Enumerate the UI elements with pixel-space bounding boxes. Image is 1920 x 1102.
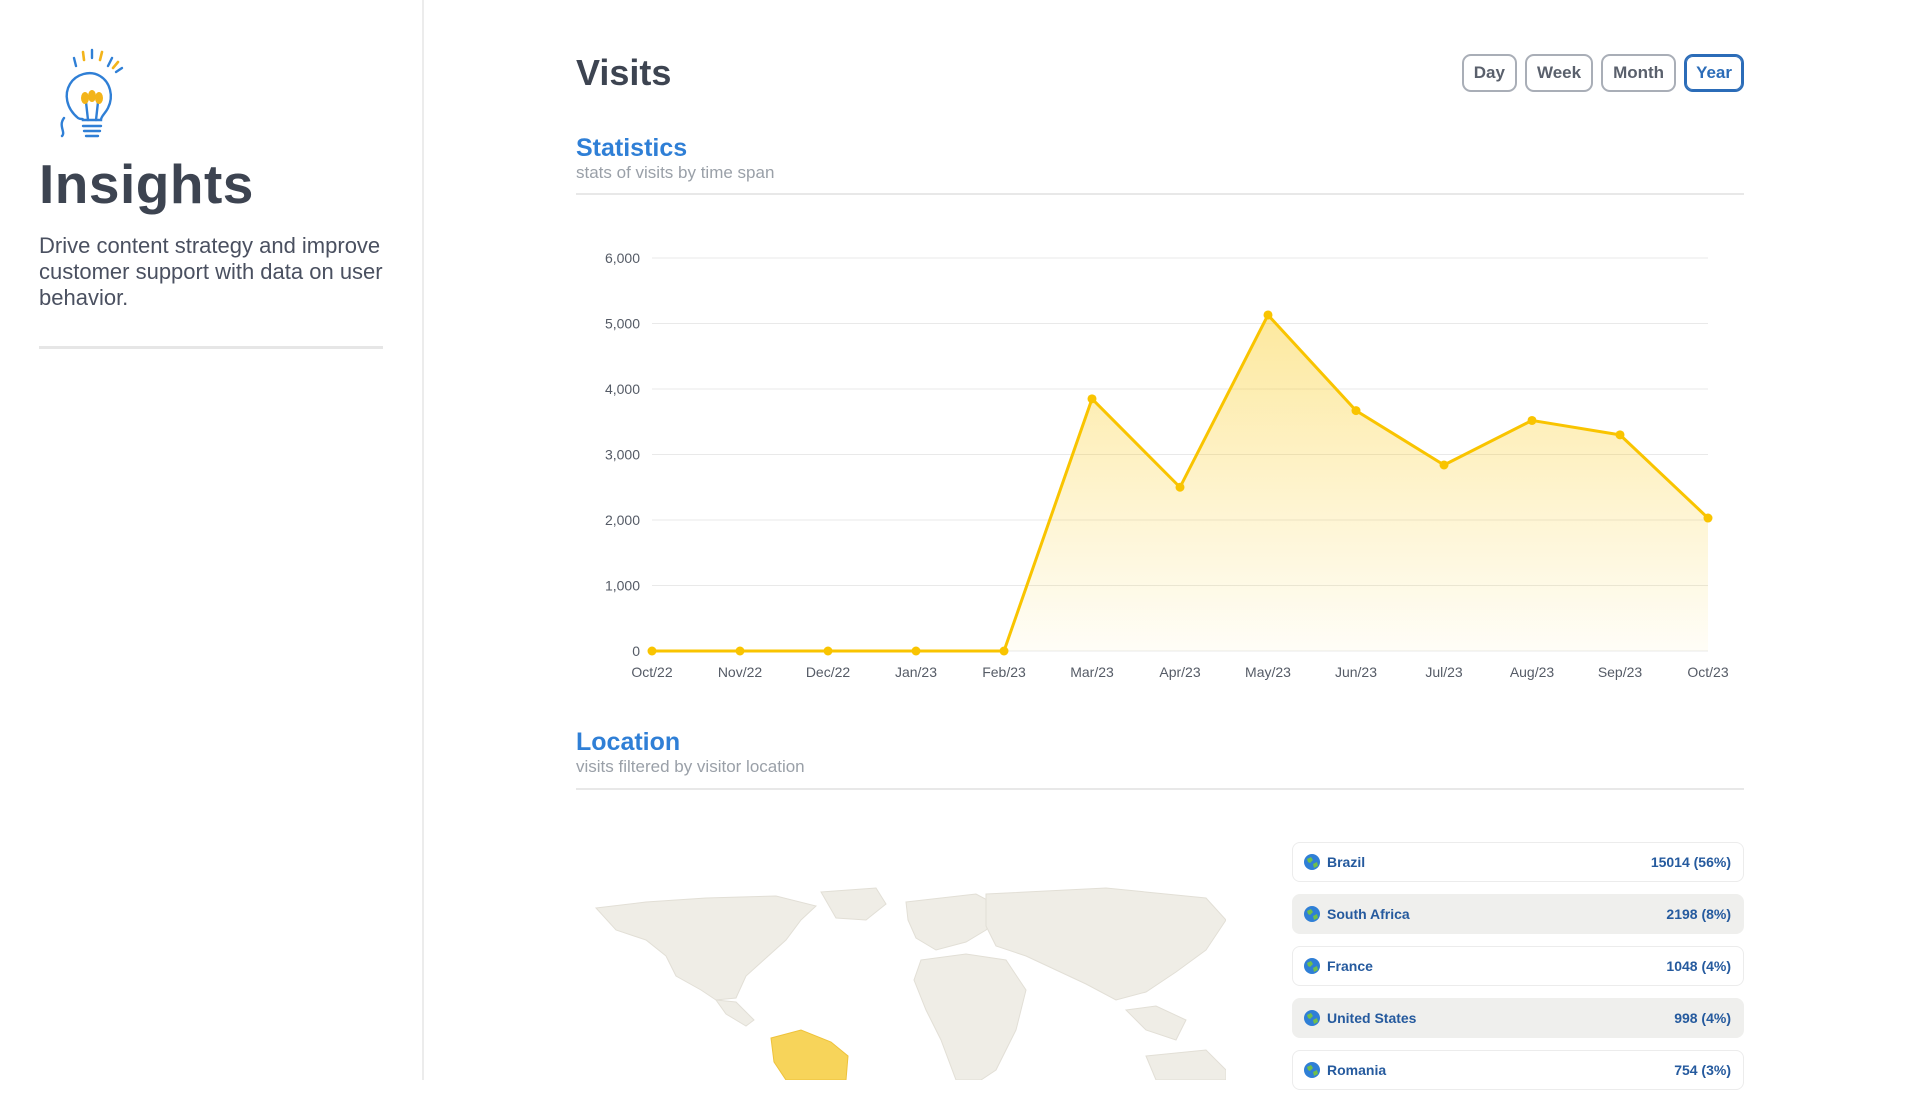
- x-tick-label: Jul/23: [1425, 664, 1463, 680]
- country-name: South Africa: [1327, 906, 1410, 922]
- x-tick-label: Jun/23: [1335, 664, 1377, 680]
- data-point: [823, 646, 833, 656]
- location-title: Location: [576, 728, 681, 756]
- x-tick-label: Aug/23: [1510, 664, 1555, 680]
- y-tick-label: 6,000: [605, 250, 640, 266]
- app-description: Drive content strategy and improve custo…: [39, 233, 383, 310]
- map-australia: [1145, 1049, 1226, 1080]
- data-point: [1175, 482, 1185, 492]
- location-row[interactable]: United States 998 (4%): [1292, 998, 1744, 1038]
- main-content: Visits Day Week Month Year Statistics st…: [576, 0, 1744, 1090]
- visits-chart: 0 1,000 2,000 3,000 4,000 5,000 6,000 Oct/22 Nov…: [605, 250, 1729, 680]
- map-se-asia: [1124, 1005, 1187, 1041]
- data-point: [1703, 513, 1713, 523]
- sidebar: Insights Drive content strategy and impr…: [0, 0, 424, 1080]
- x-tick-label: Mar/23: [1070, 664, 1114, 680]
- globe-icon: [1304, 854, 1320, 870]
- location-row[interactable]: France 1048 (4%): [1292, 946, 1744, 986]
- country-name: Romania: [1327, 1062, 1387, 1078]
- range-year-button[interactable]: Year: [1684, 54, 1744, 92]
- country-value: 754 (3%): [1674, 1062, 1731, 1078]
- data-point: [911, 646, 921, 656]
- data-point: [1351, 406, 1361, 416]
- location-subtitle: visits filtered by visitor location: [576, 757, 805, 776]
- x-tick-label: Dec/22: [806, 664, 851, 680]
- range-month-button[interactable]: Month: [1601, 54, 1677, 92]
- y-tick-label: 5,000: [605, 316, 640, 332]
- x-tick-label: Apr/23: [1159, 664, 1200, 680]
- data-point: [1527, 415, 1537, 425]
- country-value: 998 (4%): [1674, 1010, 1731, 1026]
- data-point: [1087, 394, 1097, 404]
- lightbulb-icon: [60, 48, 124, 138]
- app-title: Insights: [39, 153, 254, 215]
- x-tick-label: Oct/22: [631, 664, 672, 680]
- x-tick-label: Oct/23: [1687, 664, 1728, 680]
- globe-icon: [1304, 1010, 1320, 1026]
- country-name: United States: [1327, 1010, 1417, 1026]
- location-list: Brazil 15014 (56%) South Africa 2198 (8%…: [1292, 842, 1744, 1102]
- y-tick-label: 2,000: [605, 512, 640, 528]
- statistics-title: Statistics: [576, 134, 688, 162]
- location-row[interactable]: South Africa 2198 (8%): [1292, 894, 1744, 934]
- globe-icon: [1304, 958, 1320, 974]
- x-tick-label: Nov/22: [718, 664, 763, 680]
- data-point: [1615, 430, 1625, 440]
- y-tick-label: 4,000: [605, 381, 640, 397]
- data-point: [1263, 310, 1273, 320]
- time-range-selector: Day Week Month Year: [1461, 54, 1744, 92]
- globe-icon: [1304, 906, 1320, 922]
- x-tick-label: May/23: [1245, 664, 1291, 680]
- x-tick-label: Sep/23: [1598, 664, 1643, 680]
- sidebar-divider: [39, 346, 383, 349]
- country-value: 1048 (4%): [1666, 958, 1731, 974]
- map-africa: [913, 953, 1027, 1080]
- x-tick-label: Jan/23: [895, 664, 937, 680]
- country-name: France: [1327, 958, 1373, 974]
- data-point: [647, 646, 657, 656]
- location-row[interactable]: Romania 754 (3%): [1292, 1050, 1744, 1090]
- map-central-america: [714, 999, 755, 1027]
- y-tick-label: 0: [632, 643, 640, 659]
- page-title: Visits: [576, 52, 672, 93]
- map-greenland: [820, 887, 887, 921]
- country-name: Brazil: [1327, 854, 1366, 870]
- y-tick-label: 1,000: [605, 578, 640, 594]
- globe-icon: [1304, 1062, 1320, 1078]
- x-tick-label: Feb/23: [982, 664, 1026, 680]
- statistics-divider: [576, 193, 1744, 195]
- country-value: 15014 (56%): [1650, 854, 1731, 870]
- statistics-subtitle: stats of visits by time span: [576, 163, 775, 182]
- data-point: [999, 646, 1009, 656]
- map-north-america: [594, 895, 818, 1001]
- data-point: [1439, 460, 1449, 470]
- data-point: [735, 646, 745, 656]
- range-week-button[interactable]: Week: [1524, 54, 1594, 92]
- location-row[interactable]: Brazil 15014 (56%): [1292, 842, 1744, 882]
- location-divider: [576, 788, 1744, 790]
- world-map[interactable]: [586, 880, 1226, 1080]
- y-tick-label: 3,000: [605, 447, 640, 463]
- range-day-button[interactable]: Day: [1461, 54, 1517, 92]
- map-brazil: [770, 1029, 849, 1080]
- country-value: 2198 (8%): [1666, 906, 1731, 922]
